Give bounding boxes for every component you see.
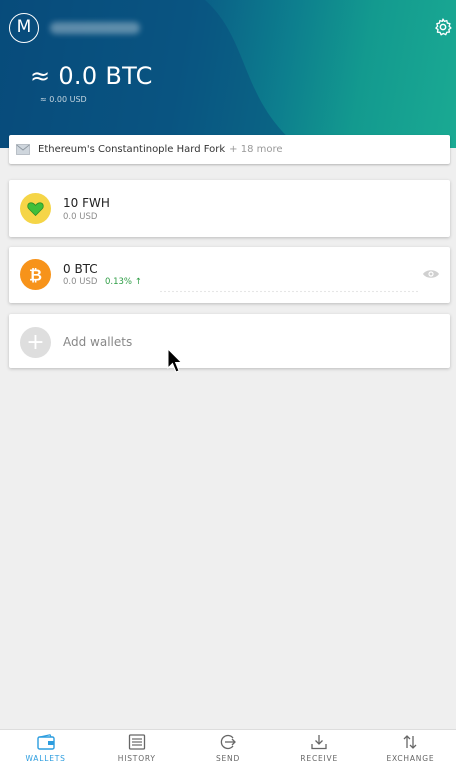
wallet-fiat-value: 0.0 USD <box>63 212 98 222</box>
tab-history[interactable]: HISTORY <box>91 730 182 765</box>
wallet-fiat-value: 0.0 USD <box>63 277 98 287</box>
wallet-card-btc[interactable]: ₿ 0 BTC 0.0 USD 0.13% ↑ <box>9 247 450 303</box>
bottom-tab-bar: WALLETS HISTORY SEND RECEIVE EXCHANGE <box>0 729 456 765</box>
history-icon <box>128 734 145 750</box>
eye-icon[interactable] <box>422 268 440 280</box>
news-banner[interactable]: Ethereum's Constantinople Hard Fork + 18… <box>9 135 450 164</box>
mail-icon <box>16 144 30 155</box>
sparkline-chart <box>159 290 420 293</box>
exchange-icon <box>403 735 417 749</box>
total-balance-usd: ≈ 0.00 USD <box>40 95 87 104</box>
wallet-card-fwh[interactable]: 10 FWH 0.0 USD <box>9 180 450 237</box>
gear-icon[interactable] <box>433 17 453 37</box>
wallet-header: M ≈ 0.0 BTC ≈ 0.00 USD <box>0 0 456 148</box>
tab-label: HISTORY <box>117 754 156 763</box>
wallet-icon <box>36 734 55 750</box>
svg-text:₿: ₿ <box>29 266 42 285</box>
plus-icon: + <box>20 327 51 358</box>
news-more-count[interactable]: + 18 more <box>229 144 282 155</box>
news-title[interactable]: Ethereum's Constantinople Hard Fork <box>38 144 225 155</box>
mouse-cursor-icon <box>167 348 183 373</box>
total-balance-btc: ≈ 0.0 BTC <box>30 62 153 90</box>
price-change-badge: 0.13% ↑ <box>105 277 142 287</box>
tab-label: SEND <box>215 754 241 763</box>
tab-receive[interactable]: RECEIVE <box>274 730 365 765</box>
wallet-amount: 0 BTC <box>63 262 98 276</box>
heart-coin-icon <box>20 193 51 224</box>
bitcoin-icon: ₿ <box>20 259 51 290</box>
receive-icon <box>311 735 327 750</box>
account-name-blurred <box>50 22 140 34</box>
tab-label: WALLETS <box>25 754 66 763</box>
tab-exchange[interactable]: EXCHANGE <box>365 730 456 765</box>
add-wallets-label[interactable]: Add wallets <box>63 335 132 349</box>
tab-label: RECEIVE <box>300 754 339 763</box>
wallet-amount: 10 FWH <box>63 196 110 210</box>
add-wallets-card[interactable]: + Add wallets <box>9 314 450 368</box>
send-icon <box>220 734 236 750</box>
tab-send[interactable]: SEND <box>182 730 273 765</box>
tab-label: EXCHANGE <box>386 754 435 763</box>
tab-wallets[interactable]: WALLETS <box>0 730 91 765</box>
account-avatar[interactable]: M <box>9 13 39 43</box>
